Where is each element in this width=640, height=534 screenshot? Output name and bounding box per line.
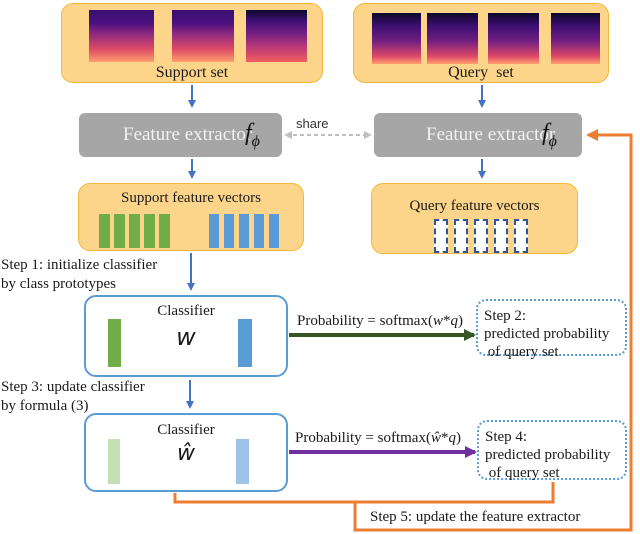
step5-feedback-arrow: [173, 129, 633, 532]
arrows-layer: [173, 85, 633, 532]
